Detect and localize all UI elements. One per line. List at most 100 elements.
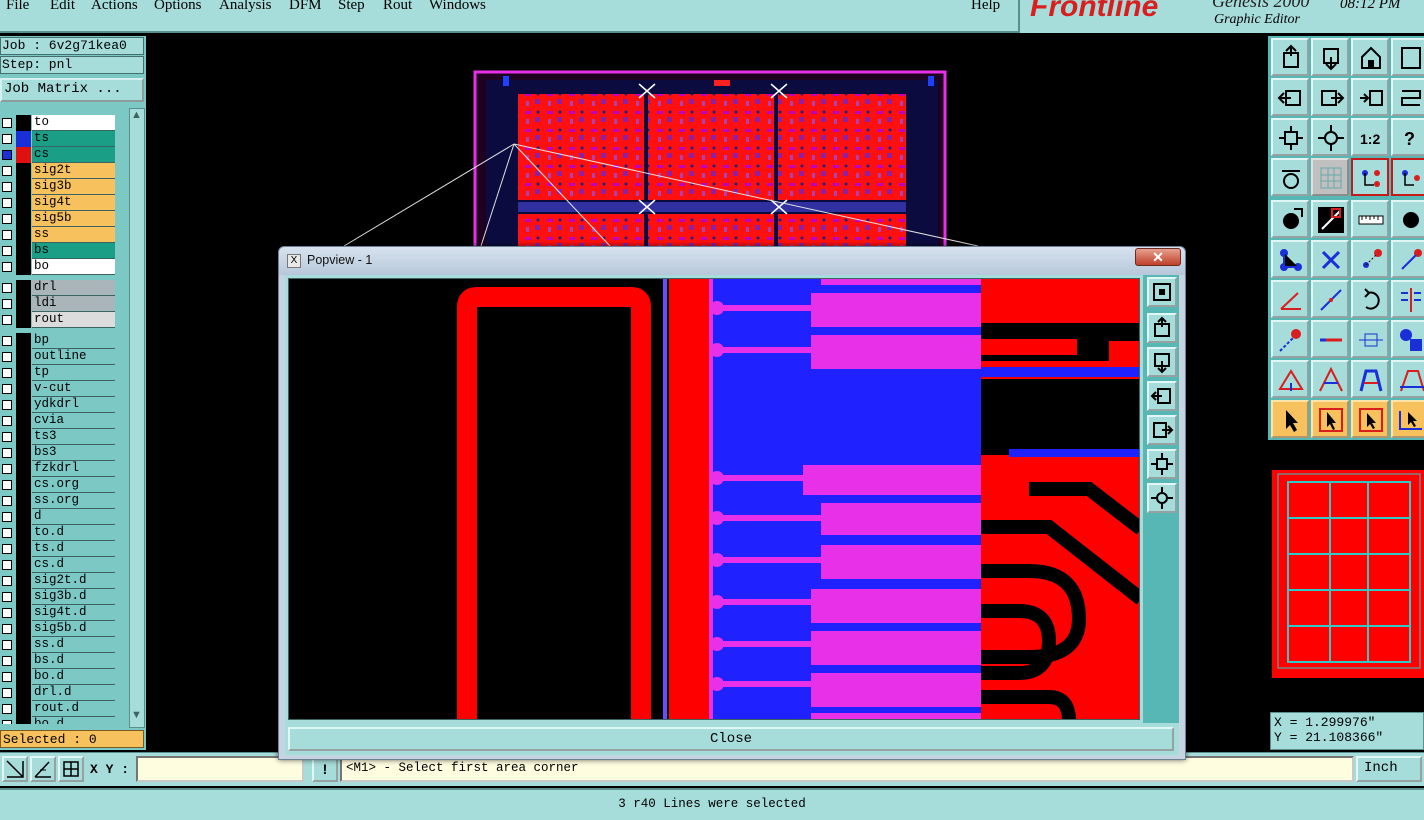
layer-checkbox[interactable] [2, 592, 12, 602]
layer-name[interactable]: to [32, 115, 115, 131]
select-net-icon[interactable] [1391, 400, 1424, 438]
layer-checkbox[interactable] [2, 640, 12, 650]
layer-name[interactable]: bs3 [32, 445, 115, 461]
select-arrow-icon[interactable] [1271, 400, 1309, 438]
menu-dfm[interactable]: DFM [289, 0, 322, 14]
pan-down-icon[interactable] [1311, 38, 1349, 76]
layer-color-swatch[interactable] [16, 717, 31, 724]
layer-color-swatch[interactable] [16, 131, 31, 147]
layer-name[interactable]: tp [32, 365, 115, 381]
layer-name[interactable]: ydkdrl [32, 397, 115, 413]
layer-name[interactable]: sig2t [32, 163, 115, 179]
layer-name[interactable]: rout [32, 312, 115, 328]
redraw-icon[interactable] [1391, 78, 1424, 116]
layer-row[interactable]: tp [0, 365, 117, 381]
layer-checkbox[interactable] [2, 166, 12, 176]
ruler-icon[interactable] [1351, 200, 1389, 238]
layer-color-swatch[interactable] [16, 653, 31, 669]
layer-checkbox[interactable] [2, 720, 12, 724]
layer-checkbox[interactable] [2, 576, 12, 586]
snap-angle-icon[interactable] [30, 756, 56, 782]
layer-name[interactable]: ss.org [32, 493, 115, 509]
menu-help[interactable]: Help [971, 0, 1000, 14]
layer-row[interactable]: ldi [0, 296, 117, 312]
scale-one-to-two-icon[interactable]: 1:2 [1351, 118, 1389, 156]
layer-color-swatch[interactable] [16, 621, 31, 637]
layer-row[interactable]: ts [0, 131, 117, 147]
layer-row[interactable]: ss [0, 227, 117, 243]
layer-checkbox[interactable] [2, 182, 12, 192]
layer-name[interactable]: d [32, 509, 115, 525]
layer-color-swatch[interactable] [16, 701, 31, 717]
pop-zoom-fit-icon[interactable] [1147, 449, 1177, 479]
menu-rout[interactable]: Rout [383, 0, 412, 14]
layer-row[interactable]: bs [0, 243, 117, 259]
layer-color-swatch[interactable] [16, 445, 31, 461]
layer-checkbox[interactable] [2, 118, 12, 128]
layer-name[interactable]: cs [32, 147, 115, 163]
layer-checkbox[interactable] [2, 315, 12, 325]
horizontal-line-icon[interactable] [1311, 320, 1349, 358]
layer-color-swatch[interactable] [16, 397, 31, 413]
layer-checkbox[interactable] [2, 688, 12, 698]
measure-icon[interactable] [1271, 158, 1309, 196]
layer-checkbox[interactable] [2, 299, 12, 309]
help-icon[interactable]: ? [1391, 118, 1424, 156]
select-box-icon[interactable] [1351, 400, 1389, 438]
layer-name[interactable]: cvia [32, 413, 115, 429]
layer-name[interactable]: bo.d [32, 669, 115, 685]
layer-row[interactable]: sig5b.d [0, 621, 117, 637]
layer-name[interactable]: v-cut [32, 381, 115, 397]
layer-checkbox[interactable] [2, 672, 12, 682]
layer-row[interactable]: cs.d [0, 557, 117, 573]
popview-titlebar[interactable]: X Popview - 1 ✕ [279, 247, 1185, 275]
layer-name[interactable]: bs [32, 243, 115, 259]
pop-zoom-out-icon[interactable] [1147, 483, 1177, 513]
layer-color-swatch[interactable] [16, 195, 31, 211]
layer-name[interactable]: ss.d [32, 637, 115, 653]
layer-color-swatch[interactable] [16, 413, 31, 429]
layer-row[interactable]: bo.d [0, 717, 117, 724]
pop-pan-left-icon[interactable] [1147, 381, 1177, 411]
snap-grid-icon[interactable] [58, 756, 84, 782]
layer-color-swatch[interactable] [16, 163, 31, 179]
layer-checkbox[interactable] [2, 544, 12, 554]
zoom-out-icon[interactable] [1311, 118, 1349, 156]
layer-color-swatch[interactable] [16, 365, 31, 381]
layer-row[interactable]: sig2t.d [0, 573, 117, 589]
layer-color-swatch[interactable] [16, 243, 31, 259]
layer-color-swatch[interactable] [16, 333, 31, 349]
zoom-home-icon[interactable] [1271, 38, 1309, 76]
layer-checkbox[interactable] [2, 230, 12, 240]
grid-icon[interactable] [1311, 158, 1349, 196]
layer-name[interactable]: sig5b.d [32, 621, 115, 637]
menu-analysis[interactable]: Analysis [219, 0, 272, 14]
popview-close-button[interactable]: Close [288, 727, 1174, 751]
layer-color-swatch[interactable] [16, 296, 31, 312]
swap-icon[interactable] [1351, 78, 1389, 116]
layer-row[interactable]: sig4t.d [0, 605, 117, 621]
layer-checkbox[interactable] [2, 496, 12, 506]
layer-row[interactable]: fzkdrl [0, 461, 117, 477]
layer-checkbox[interactable] [2, 198, 12, 208]
layer-row[interactable]: ss.d [0, 637, 117, 653]
add-pad-icon[interactable] [1271, 200, 1309, 238]
layer-row[interactable]: sig2t [0, 163, 117, 179]
zoom-fit-icon[interactable] [1271, 118, 1309, 156]
layer-color-swatch[interactable] [16, 541, 31, 557]
layer-name[interactable]: ts [32, 131, 115, 147]
layer-row[interactable]: ts3 [0, 429, 117, 445]
move-point-icon[interactable] [1351, 240, 1389, 278]
layer-color-swatch[interactable] [16, 509, 31, 525]
layer-checkbox[interactable] [2, 262, 12, 272]
menu-actions[interactable]: Actions [91, 0, 138, 14]
window-close-button[interactable]: ✕ [1135, 248, 1181, 266]
mirror-icon[interactable] [1391, 280, 1424, 318]
layer-row[interactable]: bs.d [0, 653, 117, 669]
layer-color-swatch[interactable] [16, 493, 31, 509]
arch-alt-icon[interactable] [1391, 360, 1424, 398]
layer-color-swatch[interactable] [16, 685, 31, 701]
pan-left-icon[interactable] [1271, 78, 1309, 116]
layer-row[interactable]: cvia [0, 413, 117, 429]
layer-color-swatch[interactable] [16, 179, 31, 195]
